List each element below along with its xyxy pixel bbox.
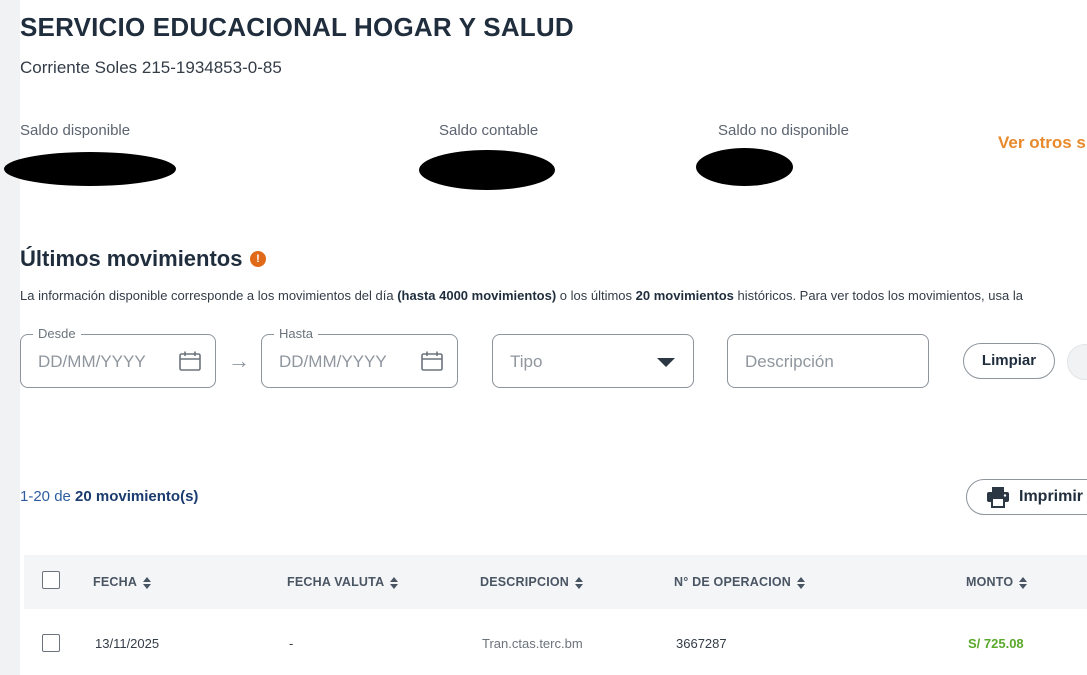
available-balance-redaction [4, 152, 176, 186]
select-all-checkbox[interactable] [42, 571, 60, 589]
movements-title: Últimos movimientos [20, 246, 243, 271]
column-monto[interactable]: MONTO [966, 575, 1028, 589]
row-date: 13/11/2025 [95, 636, 160, 651]
search-button[interactable] [1067, 344, 1087, 380]
chevron-down-icon [657, 358, 675, 367]
accounting-balance-redaction [419, 150, 555, 190]
type-select[interactable]: Tipo [492, 334, 694, 388]
unavailable-balance-label: Saldo no disponible [718, 122, 849, 139]
row-checkbox[interactable] [42, 634, 60, 652]
left-sidebar-strip [0, 0, 20, 675]
sort-icon [143, 576, 152, 589]
arrow-right-icon: → [228, 348, 250, 373]
info-icon[interactable]: ! [250, 251, 266, 267]
account-holder-title: SERVICIO EDUCACIONAL HOGAR Y SALUD [20, 12, 574, 42]
accounting-balance-label: Saldo contable [439, 122, 539, 139]
date-from-placeholder: DD/MM/YYYY [38, 352, 146, 371]
printer-icon [987, 487, 1009, 508]
row-amount: S/ 725.08 [968, 636, 1024, 651]
print-button[interactable]: Imprimir [966, 479, 1087, 515]
date-to-label: Hasta [274, 326, 318, 341]
date-to-placeholder: DD/MM/YYYY [279, 352, 387, 371]
see-other-balances-link[interactable]: Ver otros s [998, 133, 1086, 153]
row-value-date: - [289, 636, 294, 651]
row-description: Tran.ctas.terc.bm [482, 636, 583, 651]
column-fecha[interactable]: FECHA [93, 575, 152, 589]
description-placeholder: Descripción [745, 352, 834, 371]
column-fecha-valuta[interactable]: FECHA VALUTA [287, 575, 399, 589]
movements-info-text: La información disponible corresponde a … [20, 288, 1023, 303]
account-number: Corriente Soles 215-1934853-0-85 [20, 58, 282, 77]
sort-icon [390, 576, 399, 589]
date-from-label: Desde [33, 326, 81, 341]
description-input[interactable]: Descripción [727, 334, 929, 388]
sort-icon [797, 576, 806, 589]
column-descripcion[interactable]: DESCRIPCION [480, 575, 584, 589]
sort-icon [1019, 576, 1028, 589]
clear-button[interactable]: Limpiar [963, 343, 1055, 379]
calendar-icon[interactable] [179, 351, 201, 371]
date-to-field[interactable]: Hasta DD/MM/YYYY [261, 326, 458, 388]
sort-icon [575, 576, 584, 589]
unavailable-balance-redaction [696, 148, 793, 186]
print-button-label: Imprimir [1019, 488, 1084, 505]
results-count: 1-20 de 20 movimiento(s) [20, 488, 199, 505]
available-balance-label: Saldo disponible [20, 122, 131, 139]
type-placeholder: Tipo [510, 352, 543, 371]
row-operation-number: 3667287 [676, 636, 727, 651]
date-from-field[interactable]: Desde DD/MM/YYYY [20, 326, 216, 388]
column-operacion[interactable]: N° DE OPERACION [674, 575, 806, 589]
calendar-icon[interactable] [421, 351, 443, 371]
